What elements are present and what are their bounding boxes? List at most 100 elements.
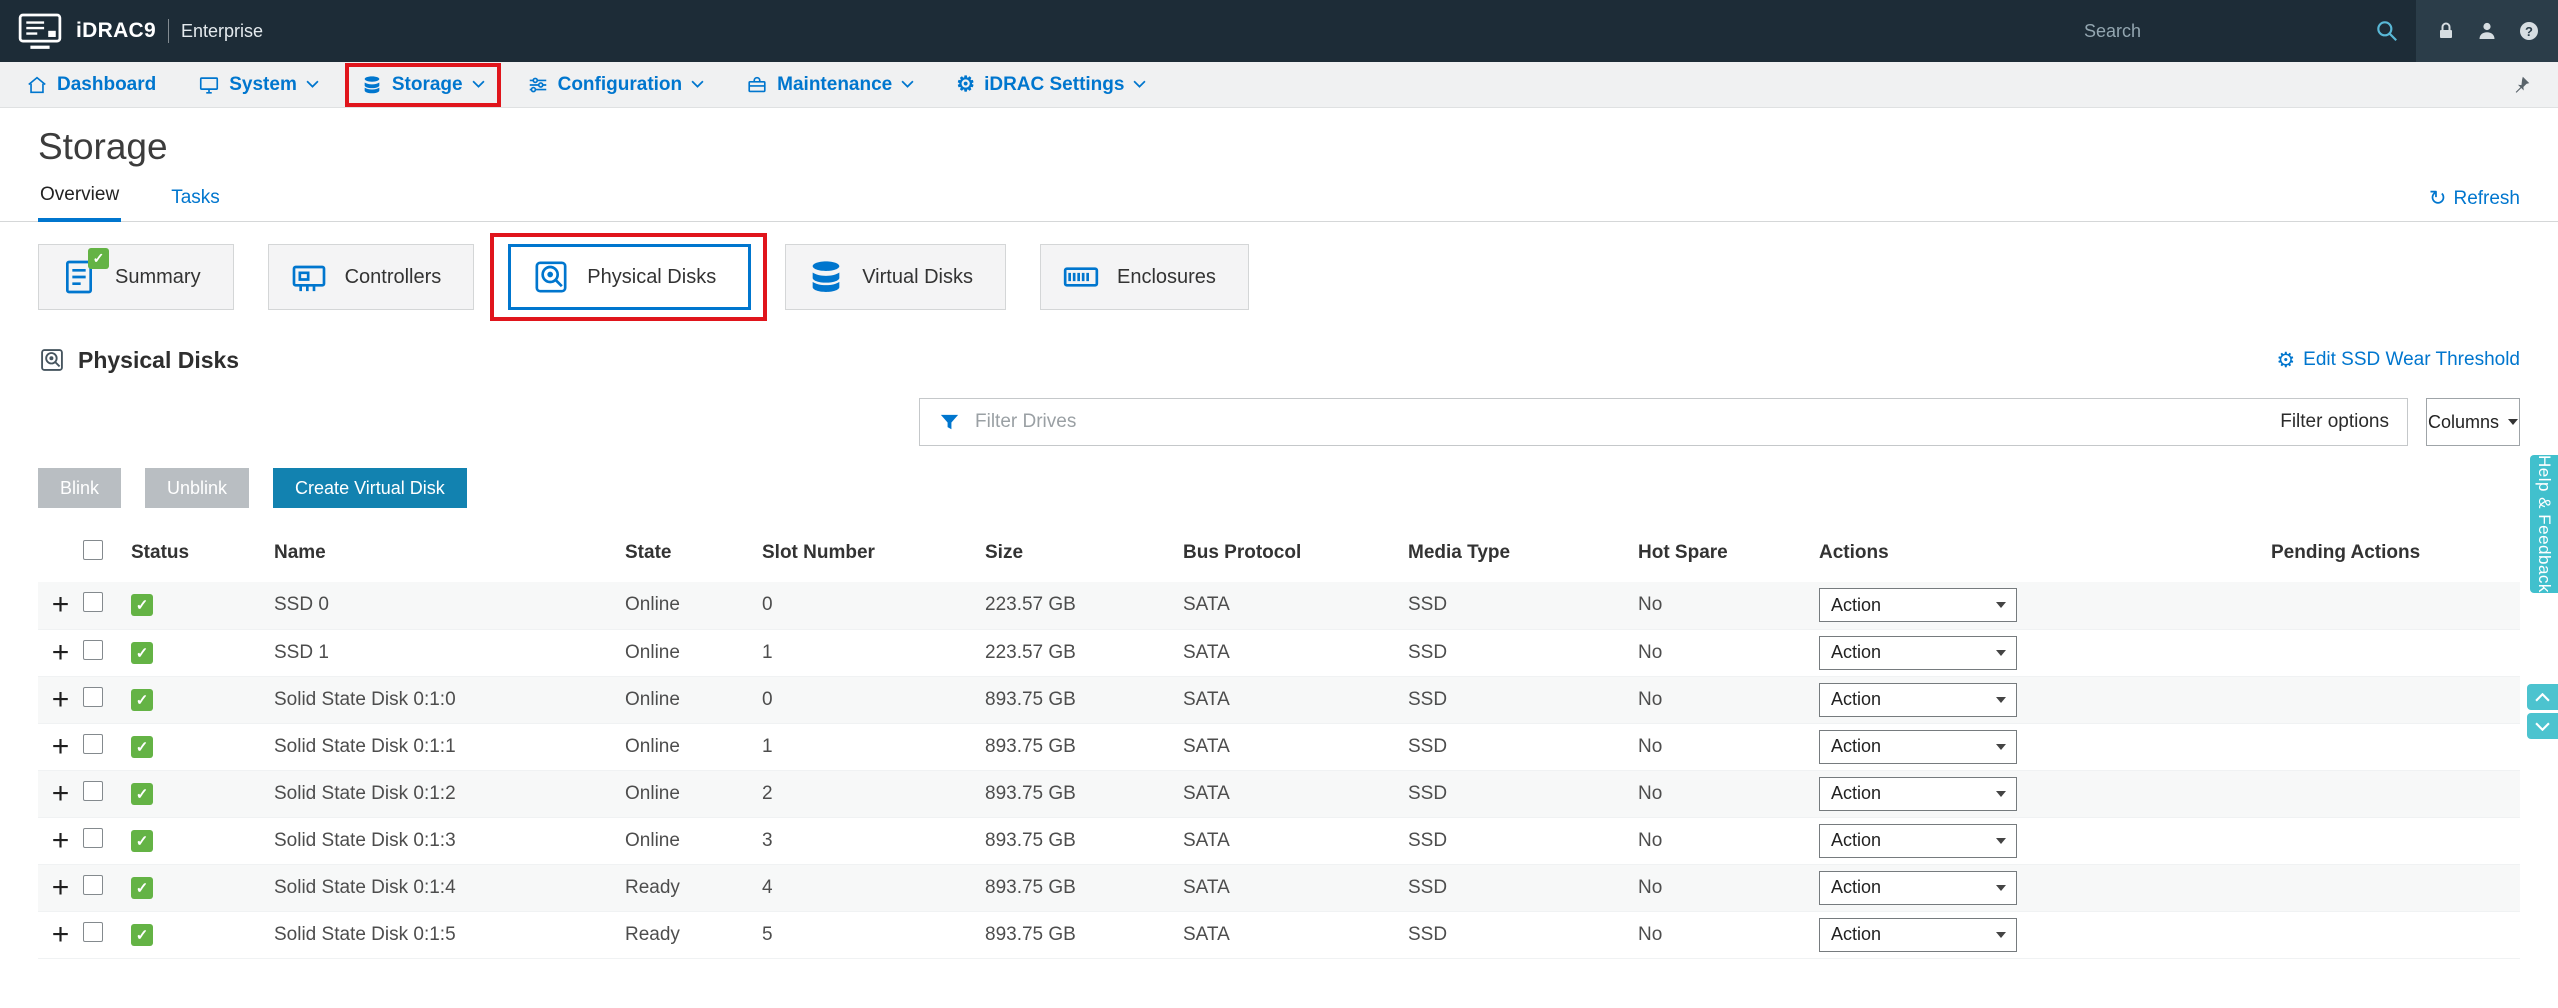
row-checkbox[interactable] bbox=[83, 733, 103, 754]
chevron-down-icon bbox=[1986, 838, 2016, 844]
filter-options-link[interactable]: Filter options bbox=[2280, 411, 2389, 433]
scroll-down-button[interactable] bbox=[2527, 713, 2558, 739]
status-ok-icon bbox=[131, 782, 153, 805]
expand-row-button[interactable] bbox=[52, 685, 70, 715]
nav-label: System bbox=[229, 73, 297, 95]
action-select-label: Action bbox=[1831, 689, 1882, 709]
nav-item-system[interactable]: System bbox=[198, 74, 319, 96]
row-checkbox[interactable] bbox=[83, 780, 103, 801]
chevron-down-icon bbox=[306, 80, 319, 89]
action-select[interactable]: Action bbox=[1819, 635, 2017, 670]
cell-name: Solid State Disk 0:1:1 bbox=[274, 723, 625, 771]
action-select[interactable]: Action bbox=[1819, 823, 2017, 858]
storage-cards-row: Summary Controllers Physical bbox=[38, 233, 2520, 321]
row-checkbox[interactable] bbox=[83, 592, 103, 613]
table-header-row: Status Name State Slot Number Size Bus P… bbox=[38, 532, 2520, 582]
cell-media-type: SSD bbox=[1408, 676, 1638, 724]
cell-size: 223.57 GB bbox=[985, 582, 1183, 630]
action-select[interactable]: Action bbox=[1819, 870, 2017, 905]
select-all-header bbox=[83, 532, 131, 582]
status-ok-icon bbox=[131, 688, 153, 711]
card-label: Controllers bbox=[344, 265, 442, 288]
col-media-type: Media Type bbox=[1408, 542, 1511, 563]
cell-state: Ready bbox=[625, 864, 762, 912]
cell-state: Online bbox=[625, 770, 762, 818]
nav-item-storage[interactable]: Storage bbox=[344, 62, 501, 107]
card-virtual-disks[interactable]: Virtual Disks bbox=[785, 244, 1006, 310]
cell-name: Solid State Disk 0:1:3 bbox=[274, 817, 625, 865]
row-checkbox[interactable] bbox=[83, 874, 103, 895]
action-select-label: Action bbox=[1831, 830, 1882, 850]
cell-hot-spare: No bbox=[1638, 629, 1819, 677]
action-select[interactable]: Action bbox=[1819, 729, 2017, 764]
pin-icon[interactable] bbox=[2510, 74, 2532, 96]
card-controllers[interactable]: Controllers bbox=[267, 244, 475, 310]
cell-state: Ready bbox=[625, 911, 762, 959]
chevron-down-icon bbox=[1986, 602, 2016, 608]
card-physical-disks[interactable]: Physical Disks bbox=[490, 233, 768, 321]
expand-row-button[interactable] bbox=[52, 590, 70, 620]
cell-state: Online bbox=[625, 723, 762, 771]
select-all-checkbox[interactable] bbox=[83, 540, 103, 560]
lock-icon[interactable] bbox=[2434, 19, 2458, 43]
cell-slot-number: 0 bbox=[762, 582, 985, 630]
gear-edit-icon bbox=[2276, 348, 2295, 373]
nav-item-maintenance[interactable]: Maintenance bbox=[746, 74, 914, 96]
cell-slot-number: 0 bbox=[762, 676, 985, 724]
create-virtual-disk-button[interactable]: Create Virtual Disk bbox=[273, 468, 467, 508]
nav-item-idrac-settings[interactable]: iDRAC Settings bbox=[956, 72, 1146, 97]
status-ok-icon bbox=[131, 829, 153, 852]
scroll-up-button[interactable] bbox=[2527, 684, 2558, 710]
tab-tasks[interactable]: Tasks bbox=[169, 187, 222, 221]
tab-overview[interactable]: Overview bbox=[38, 184, 122, 222]
col-name: Name bbox=[274, 542, 326, 563]
cell-name: SSD 0 bbox=[274, 582, 625, 630]
expand-row-button[interactable] bbox=[52, 826, 70, 856]
chevron-down-icon bbox=[472, 80, 485, 89]
help-icon[interactable]: ? bbox=[2517, 19, 2541, 43]
cell-size: 893.75 GB bbox=[985, 676, 1183, 724]
user-icon[interactable] bbox=[2475, 19, 2499, 43]
idrac-logo-icon bbox=[18, 13, 62, 50]
action-select[interactable]: Action bbox=[1819, 776, 2017, 811]
chevron-down-icon bbox=[1133, 80, 1146, 89]
unblink-button[interactable]: Unblink bbox=[145, 468, 250, 508]
row-checkbox[interactable] bbox=[83, 686, 103, 707]
status-ok-icon bbox=[131, 923, 153, 946]
nav-item-dashboard[interactable]: Dashboard bbox=[26, 74, 156, 96]
edit-ssd-wear-threshold-link[interactable]: Edit SSD Wear Threshold bbox=[2276, 348, 2520, 373]
action-select[interactable]: Action bbox=[1819, 917, 2017, 952]
help-feedback-tab[interactable]: Help & Feedback bbox=[2530, 455, 2558, 593]
card-enclosures[interactable]: Enclosures bbox=[1039, 244, 1249, 310]
row-checkbox[interactable] bbox=[83, 827, 103, 848]
action-select[interactable]: Action bbox=[1819, 588, 2017, 623]
enclosure-icon bbox=[1061, 257, 1101, 297]
row-checkbox[interactable] bbox=[83, 639, 103, 660]
row-checkbox[interactable] bbox=[83, 921, 103, 942]
expand-row-button[interactable] bbox=[52, 873, 70, 903]
search-input[interactable] bbox=[2084, 20, 2374, 42]
cell-name: Solid State Disk 0:1:2 bbox=[274, 770, 625, 818]
cell-state: Online bbox=[625, 582, 762, 630]
refresh-link[interactable]: Refresh bbox=[2429, 186, 2520, 221]
filter-drives-input[interactable] bbox=[975, 411, 2267, 433]
card-summary[interactable]: Summary bbox=[38, 244, 234, 310]
expand-row-button[interactable] bbox=[52, 920, 70, 950]
cell-pending-actions bbox=[2271, 770, 2520, 818]
nav-item-configuration[interactable]: Configuration bbox=[527, 74, 705, 96]
table-row: Solid State Disk 0:1:3 Online 3 893.75 G… bbox=[38, 817, 2520, 865]
action-select[interactable]: Action bbox=[1819, 682, 2017, 717]
columns-dropdown-button[interactable]: Columns bbox=[2426, 398, 2520, 446]
expand-row-button[interactable] bbox=[52, 638, 70, 668]
virtual-disks-icon bbox=[806, 257, 846, 297]
cell-bus-protocol: SATA bbox=[1183, 911, 1408, 959]
expand-row-button[interactable] bbox=[52, 779, 70, 809]
expand-row-button[interactable] bbox=[52, 732, 70, 762]
nav-label: Configuration bbox=[557, 73, 683, 95]
action-select-label: Action bbox=[1831, 736, 1882, 756]
search-icon[interactable] bbox=[2374, 18, 2400, 44]
col-status: Status bbox=[131, 542, 190, 563]
action-select-label: Action bbox=[1831, 924, 1882, 944]
blink-button[interactable]: Blink bbox=[38, 468, 122, 508]
cell-hot-spare: No bbox=[1638, 582, 1819, 630]
